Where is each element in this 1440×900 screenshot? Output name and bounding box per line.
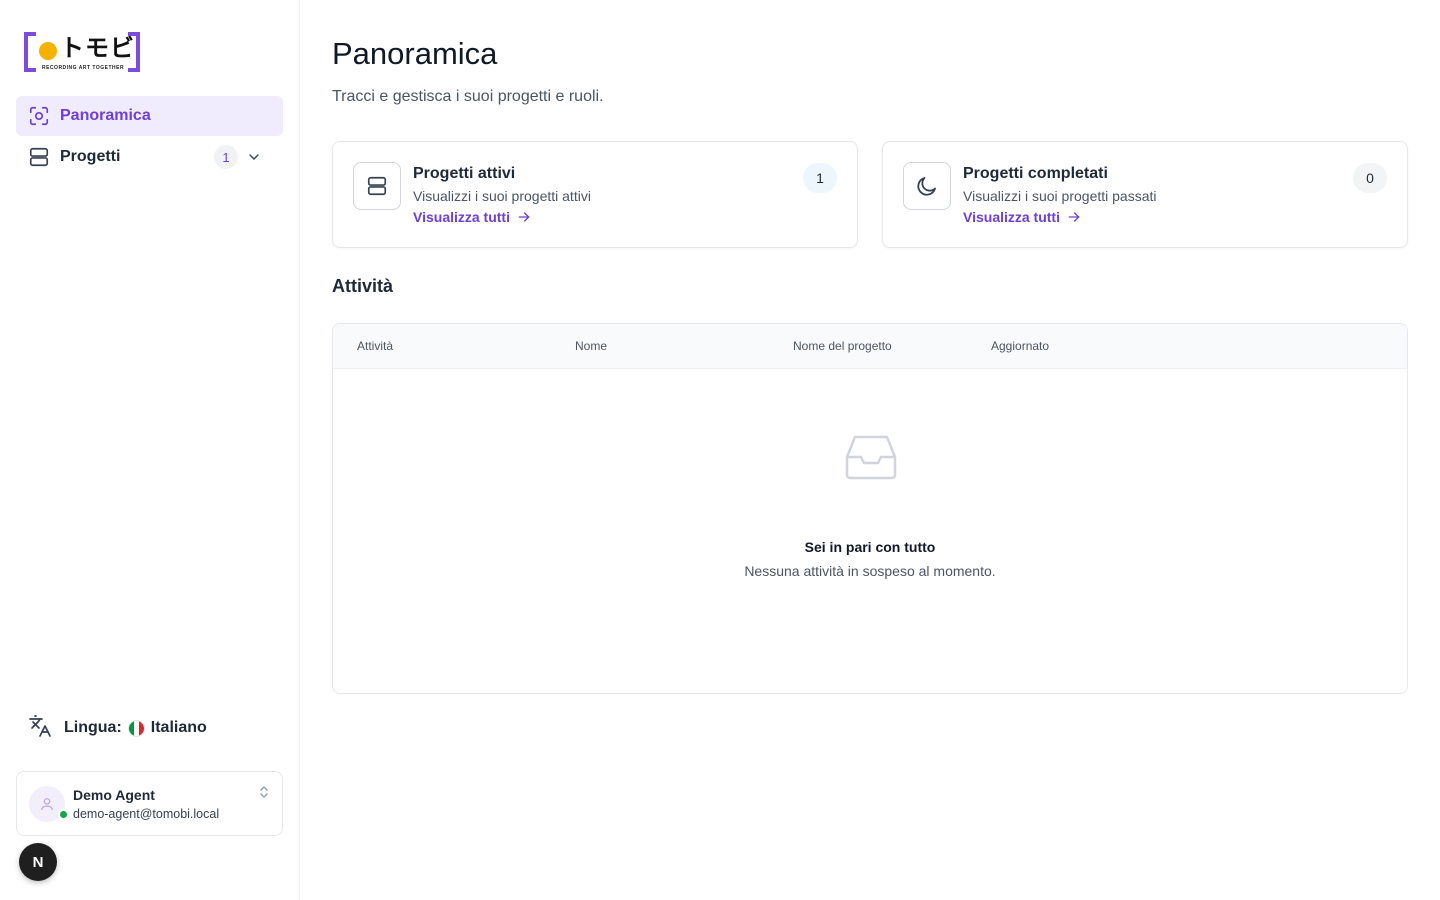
logo-tagline: RECORDING ART TOGETHER (42, 65, 125, 71)
chevrons-up-down-icon[interactable] (258, 784, 270, 800)
card-title: Progetti completati (963, 165, 1108, 182)
count-badge: 1 (214, 145, 238, 169)
section-title: Attività (332, 276, 394, 296)
column-header[interactable]: Attività (357, 339, 393, 353)
inbox-icon (845, 434, 897, 480)
main-content: Panoramica Tracci e gestisca i suoi prog… (300, 0, 1440, 900)
sidebar: トモビ RECORDING ART TOGETHER Panoramica Pr… (0, 0, 300, 900)
logo-dot (39, 42, 57, 60)
column-header[interactable]: Aggiornato (991, 339, 1049, 353)
projects-icon (28, 146, 50, 168)
sidebar-item-progetti[interactable]: Progetti 1 (16, 137, 283, 177)
card-description: Visualizzi i suoi progetti passati (963, 188, 1157, 204)
scan-face-icon (28, 105, 50, 127)
active-projects-card: Progetti attivi Visualizzi i suoi proget… (332, 141, 858, 248)
logo-bracket-left (24, 32, 36, 72)
language-value: Italiano (150, 719, 207, 736)
online-status-dot (58, 809, 69, 820)
sidebar-item-panoramica[interactable]: Panoramica (16, 96, 283, 136)
logo-text: トモビ (60, 35, 135, 62)
user-name: Demo Agent (73, 787, 155, 803)
logo-bracket-right (128, 32, 140, 72)
view-all-link[interactable]: Visualizza tutti (963, 209, 1082, 225)
sidebar-item-label: Panoramica (60, 107, 151, 124)
moon-icon (903, 162, 951, 210)
empty-state-description: Nessuna attività in sospeso al momento. (744, 563, 996, 579)
completed-projects-card: Progetti completati Visualizzi i suoi pr… (882, 141, 1408, 248)
count-badge: 0 (1353, 163, 1387, 193)
count-badge: 1 (803, 163, 837, 193)
arrow-right-icon (518, 212, 530, 222)
chevron-down-icon[interactable] (246, 149, 262, 165)
page-title: Panoramica (332, 36, 498, 71)
card-title: Progetti attivi (413, 165, 516, 182)
arrow-right-icon (1068, 212, 1080, 222)
page-subtitle: Tracci e gestisca i suoi progetti e ruol… (332, 88, 604, 105)
table-header: Attività Nome Nome del progetto Aggiorna… (333, 324, 1407, 369)
translate-icon (28, 714, 52, 743)
italy-flag (127, 719, 145, 737)
activity-table: Attività Nome Nome del progetto Aggiorna… (332, 323, 1408, 694)
language-selector[interactable]: Lingua: Italiano (28, 714, 207, 742)
sidebar-item-label: Progetti (60, 148, 121, 165)
column-header[interactable]: Nome del progetto (793, 339, 892, 353)
projects-icon (353, 162, 401, 210)
card-description: Visualizzi i suoi progetti attivi (413, 188, 591, 204)
empty-state-title: Sei in pari con tutto (804, 539, 936, 555)
language-label: Lingua: (64, 719, 122, 736)
user-menu[interactable]: Demo Agent demo-agent@tomobi.local (16, 771, 283, 836)
view-all-label: Visualizza tutti (963, 209, 1060, 225)
view-all-link[interactable]: Visualizza tutti (413, 209, 532, 225)
view-all-label: Visualizza tutti (413, 209, 510, 225)
user-email: demo-agent@tomobi.local (73, 807, 220, 821)
logo[interactable]: トモビ RECORDING ART TOGETHER (24, 32, 140, 74)
dev-tools-badge[interactable]: N (19, 843, 57, 881)
column-header[interactable]: Nome (575, 339, 607, 353)
